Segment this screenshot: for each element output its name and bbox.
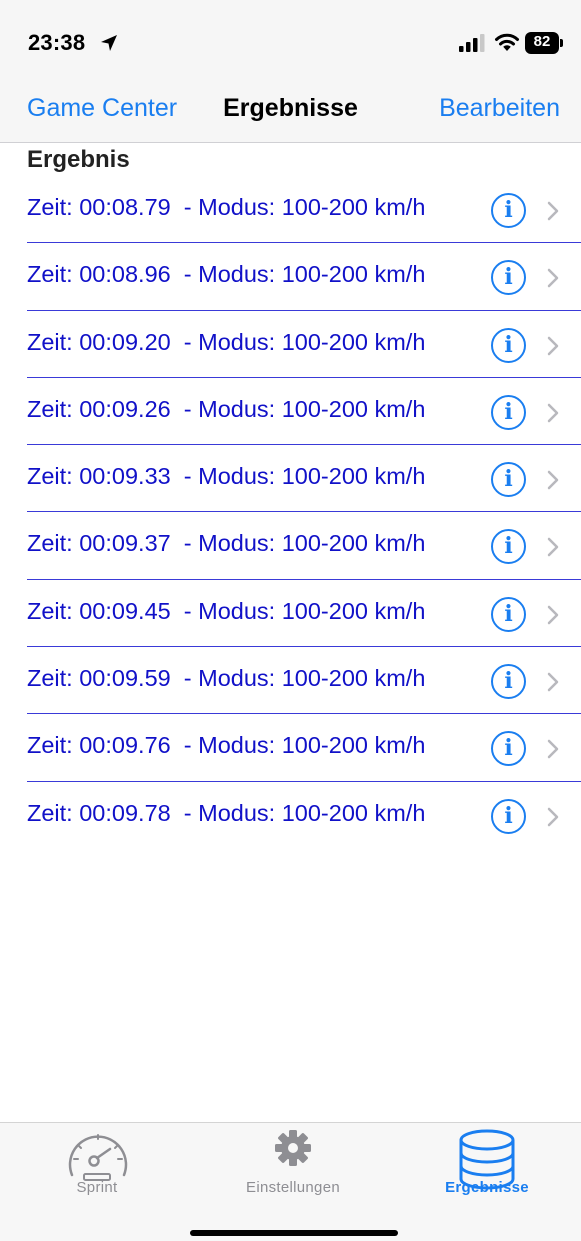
location-arrow-icon: [101, 35, 117, 51]
navigation-bar: Game Center Ergebnisse Bearbeiten: [0, 86, 581, 143]
result-text: Zeit: 00:09.45 - Modus: 100-200 km/h: [27, 597, 426, 624]
results-list: Zeit: 00:08.79 - Modus: 100-200 km/h i Z…: [0, 176, 581, 849]
chevron-right-icon: [547, 807, 559, 826]
section-header: Ergebnis: [27, 146, 130, 173]
gear-icon: [275, 1130, 311, 1166]
result-text: Zeit: 00:09.76 - Modus: 100-200 km/h: [27, 732, 426, 759]
result-text: Zeit: 00:09.78 - Modus: 100-200 km/h: [27, 799, 426, 826]
result-row[interactable]: Zeit: 00:09.20 - Modus: 100-200 km/h i: [0, 311, 581, 379]
info-button-icon[interactable]: i: [491, 260, 526, 296]
result-text: Zeit: 00:08.96 - Modus: 100-200 km/h: [27, 261, 426, 288]
result-row[interactable]: Zeit: 00:09.37 - Modus: 100-200 km/h i: [0, 512, 581, 581]
chevron-right-icon: [547, 605, 559, 625]
result-row[interactable]: Zeit: 00:08.79 - Modus: 100-200 km/h i: [0, 176, 581, 244]
result-text: Zeit: 00:09.59 - Modus: 100-200 km/h: [27, 665, 426, 692]
tab-label-sprint: Sprint: [76, 1179, 118, 1196]
info-button-icon[interactable]: i: [491, 596, 526, 632]
info-button-icon[interactable]: i: [491, 462, 526, 498]
tab-settings[interactable]: Einstellungen: [196, 1123, 390, 1203]
tab-label-settings: Einstellungen: [246, 1179, 340, 1196]
info-button-icon[interactable]: i: [491, 327, 526, 363]
info-button-icon[interactable]: i: [491, 193, 526, 228]
info-button-icon[interactable]: i: [491, 731, 526, 767]
info-button-icon[interactable]: i: [491, 664, 526, 700]
status-time: 23:38: [28, 30, 86, 55]
info-button-icon[interactable]: i: [491, 394, 526, 430]
result-row[interactable]: Zeit: 00:09.33 - Modus: 100-200 km/h i: [0, 445, 581, 513]
battery-indicator: 82: [525, 32, 565, 54]
game-center-button[interactable]: Game Center: [27, 94, 177, 123]
speedometer-icon: [68, 1134, 128, 1181]
chevron-right-icon: [547, 269, 559, 288]
tab-sprint[interactable]: Sprint: [0, 1123, 194, 1203]
chevron-right-icon: [547, 470, 559, 490]
tab-results[interactable]: Ergebnisse: [390, 1123, 581, 1203]
info-button-icon[interactable]: i: [491, 798, 526, 834]
edit-button[interactable]: Bearbeiten: [439, 94, 560, 123]
chevron-right-icon: [547, 740, 559, 759]
chevron-right-icon: [547, 403, 559, 423]
wifi-icon: [495, 33, 519, 51]
chevron-right-icon: [547, 538, 559, 557]
result-row[interactable]: Zeit: 00:09.78 - Modus: 100-200 km/h i: [0, 782, 581, 849]
result-row[interactable]: Zeit: 00:08.96 - Modus: 100-200 km/h i: [0, 243, 581, 311]
result-row[interactable]: Zeit: 00:09.76 - Modus: 100-200 km/h i: [0, 714, 581, 782]
result-text: Zeit: 00:09.26 - Modus: 100-200 km/h: [27, 395, 426, 422]
info-button-icon[interactable]: i: [491, 529, 526, 565]
result-row[interactable]: Zeit: 00:09.26 - Modus: 100-200 km/h i: [0, 378, 581, 446]
chevron-right-icon: [547, 336, 559, 355]
cellular-signal-icon: [459, 34, 485, 52]
result-text: Zeit: 00:09.33 - Modus: 100-200 km/h: [27, 463, 426, 490]
chevron-right-icon: [547, 672, 559, 692]
chevron-right-icon: [547, 201, 559, 221]
home-indicator[interactable]: [190, 1230, 398, 1236]
status-bar: 23:38 82: [0, 0, 581, 86]
battery-level: 82: [533, 33, 551, 50]
result-text: Zeit: 00:09.37 - Modus: 100-200 km/h: [27, 530, 426, 557]
tab-label-results: Ergebnisse: [445, 1179, 529, 1196]
result-row[interactable]: Zeit: 00:09.45 - Modus: 100-200 km/h i: [0, 580, 581, 648]
result-text: Zeit: 00:08.79 - Modus: 100-200 km/h: [27, 194, 426, 220]
result-row[interactable]: Zeit: 00:09.59 - Modus: 100-200 km/h i: [0, 647, 581, 715]
tab-bar: Sprint Einstellungen Ergebnisse: [0, 1122, 581, 1241]
result-text: Zeit: 00:09.20 - Modus: 100-200 km/h: [27, 328, 426, 355]
